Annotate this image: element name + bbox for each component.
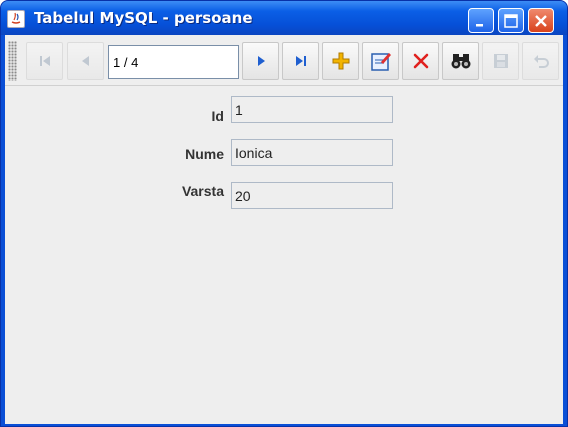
next-record-button[interactable] — [242, 42, 279, 80]
delete-record-button[interactable] — [402, 42, 439, 80]
varsta-field[interactable]: 20 — [231, 182, 393, 209]
java-app-icon — [7, 10, 25, 28]
minimize-icon — [476, 23, 483, 26]
find-record-button[interactable] — [442, 42, 479, 80]
close-icon — [535, 14, 547, 27]
nume-field[interactable]: Ionica — [231, 139, 393, 166]
first-record-button[interactable] — [26, 42, 63, 80]
varsta-label: Varsta — [181, 183, 224, 199]
next-record-icon — [257, 56, 265, 66]
nume-label: Nume — [185, 146, 224, 162]
undo-record-button[interactable] — [522, 42, 559, 80]
toolbar-separator — [5, 85, 563, 86]
last-record-icon — [295, 56, 306, 66]
delete-icon — [413, 53, 428, 69]
first-record-icon — [39, 56, 50, 66]
app-window: Tabelul MySQL - persoane 1 / 4 Id 1 Nume… — [0, 0, 568, 427]
plus-icon — [332, 52, 349, 70]
window-title: Tabelul MySQL - persoane — [34, 9, 253, 27]
last-record-button[interactable] — [282, 42, 319, 80]
toolbar-grip[interactable] — [8, 41, 17, 81]
maximize-button[interactable] — [498, 8, 524, 33]
navigation-toolbar: 1 / 4 — [5, 39, 563, 85]
previous-record-button[interactable] — [67, 42, 104, 80]
client-area: 1 / 4 Id 1 Nume Ionica Varsta 20 — [5, 35, 563, 424]
id-field[interactable]: 1 — [231, 96, 393, 123]
undo-icon — [533, 55, 549, 68]
binoculars-icon — [451, 54, 470, 69]
record-position-field[interactable]: 1 / 4 — [108, 45, 239, 79]
title-bar[interactable]: Tabelul MySQL - persoane — [1, 1, 567, 35]
edit-icon — [370, 53, 391, 71]
previous-record-icon — [81, 56, 89, 66]
maximize-icon — [504, 13, 518, 28]
save-icon — [493, 54, 508, 68]
id-label: Id — [211, 108, 224, 124]
close-button[interactable] — [528, 8, 554, 33]
insert-record-button[interactable] — [322, 42, 359, 80]
edit-record-button[interactable] — [362, 42, 399, 80]
save-record-button[interactable] — [482, 42, 519, 80]
minimize-button[interactable] — [468, 8, 494, 33]
